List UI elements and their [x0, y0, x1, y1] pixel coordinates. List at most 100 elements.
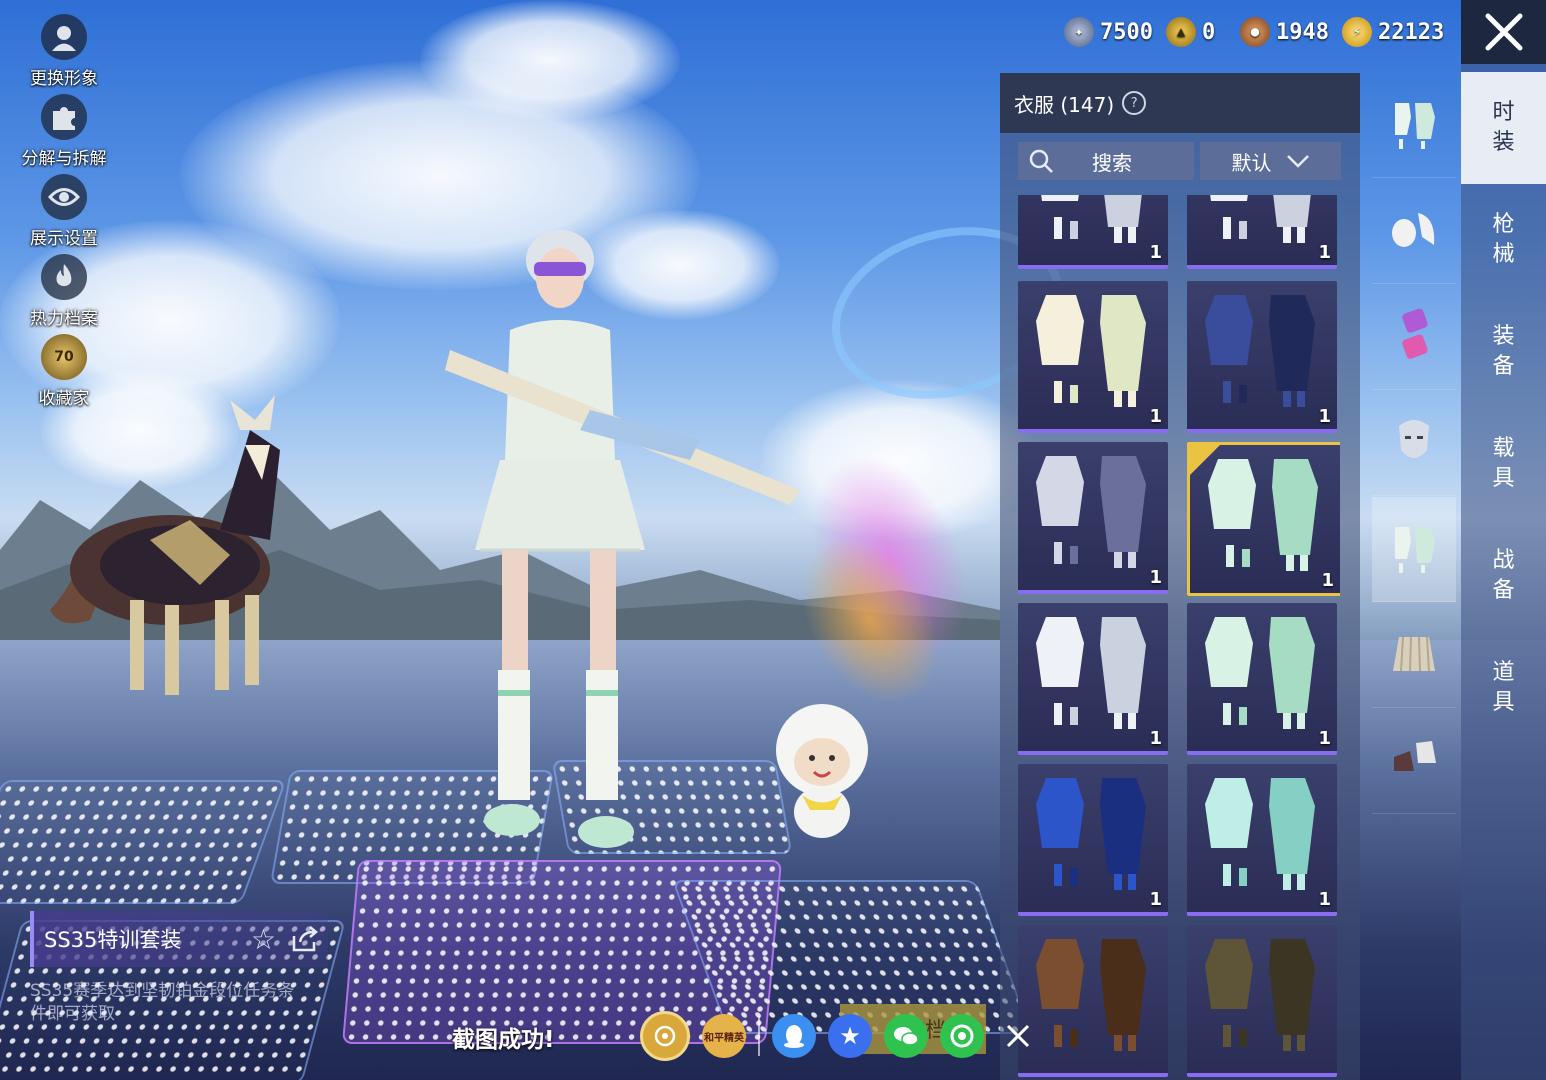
outfit-item[interactable]: 1	[1018, 764, 1168, 916]
tab-4[interactable]: 战备	[1461, 520, 1546, 632]
sort-dropdown[interactable]: 默认	[1200, 142, 1341, 180]
subcategory-shoes[interactable]	[1372, 709, 1456, 814]
outfit-item[interactable]: 1	[1187, 195, 1337, 269]
hair-icon	[1388, 207, 1440, 255]
horse-mount	[50, 395, 280, 695]
eye-icon	[41, 174, 87, 220]
outfit-item[interactable]: 1	[1187, 764, 1337, 916]
subcategory-full-outfit[interactable]	[1372, 497, 1456, 602]
chevron-down-icon	[1286, 155, 1309, 168]
inventory-title: 衣服 (147)	[1014, 92, 1115, 117]
outfit-item[interactable]	[1018, 925, 1168, 1077]
outfit-item[interactable]: 1	[1187, 603, 1337, 755]
outfit-preview-icon	[1041, 195, 1142, 243]
share-icon[interactable]	[290, 924, 320, 954]
divider	[758, 1016, 760, 1056]
help-icon[interactable]: ?	[1122, 91, 1147, 115]
display-settings-button[interactable]: 展示设置	[14, 174, 114, 254]
currency-lightning[interactable]: ⚡ 22123	[1342, 14, 1444, 50]
subcategory-face-mask[interactable]	[1372, 391, 1456, 496]
moments-icon[interactable]	[940, 1014, 984, 1058]
flame-icon	[41, 254, 87, 300]
lightning-amount: 22123	[1378, 19, 1445, 45]
shoes-icon	[1388, 737, 1440, 785]
tab-label: 装备	[1492, 324, 1515, 379]
avatar-icon	[41, 14, 87, 60]
item-count: 1	[1318, 889, 1331, 910]
outfit-preview-icon	[1036, 295, 1146, 407]
search-icon	[1029, 149, 1053, 173]
change-avatar-button[interactable]: 更换形象	[14, 14, 114, 94]
close-button[interactable]	[1461, 0, 1546, 64]
tab-1[interactable]: 枪械	[1461, 184, 1546, 296]
full-outfit-icon	[1389, 519, 1439, 579]
skirt-icon	[1389, 631, 1439, 679]
outfit-name-card: SS35特训套装 ☆	[30, 911, 328, 967]
item-count: 1	[1318, 728, 1331, 749]
outfit-item[interactable]	[1187, 925, 1337, 1077]
tab-label: 战备	[1492, 548, 1515, 603]
tab-0[interactable]: 时装	[1461, 72, 1546, 184]
close-icon	[1485, 13, 1522, 51]
left-menu: 更换形象 分解与拆解 展示设置 热力档案 70 收藏家	[14, 14, 114, 414]
outfit-preview-icon	[1036, 939, 1146, 1051]
category-tabs: 时装枪械装备载具战备道具	[1461, 64, 1546, 1080]
full-outfit-icon	[1389, 95, 1439, 155]
item-count: 1	[1149, 406, 1162, 427]
gold-badge-amount: 0	[1202, 19, 1216, 45]
outfit-item[interactable]: 1	[1018, 281, 1168, 433]
currency-copper[interactable]: ● 1948	[1240, 14, 1329, 50]
decompose-label: 分解与拆解	[21, 149, 107, 169]
peace-elite-icon[interactable]	[640, 1011, 690, 1061]
tab-2[interactable]: 装备	[1461, 296, 1546, 408]
outfit-item[interactable]: 1	[1018, 442, 1168, 594]
subcategory-skirt[interactable]	[1372, 603, 1456, 708]
tab-label: 载具	[1492, 436, 1515, 491]
selected-check-icon	[1190, 445, 1220, 475]
share-bar: 和平精英 ★	[640, 1008, 1040, 1064]
decompose-button[interactable]: 分解与拆解	[14, 94, 114, 174]
medal-amount: 7500	[1100, 19, 1153, 45]
gold-badge-icon: ▲	[1166, 17, 1196, 47]
outfit-item[interactable]: 1	[1187, 281, 1337, 433]
tab-5[interactable]: 道具	[1461, 632, 1546, 744]
subcategory-eyewear[interactable]	[1372, 285, 1456, 390]
collector-level: 70	[54, 349, 74, 365]
qzone-icon[interactable]: ★	[828, 1014, 872, 1058]
collector-button[interactable]: 70 收藏家	[14, 334, 114, 414]
item-count: 1	[1318, 242, 1331, 263]
face-mask-icon	[1395, 416, 1433, 470]
tab-3[interactable]: 载具	[1461, 408, 1546, 520]
qq-icon[interactable]	[772, 1014, 816, 1058]
lightning-coin-icon: ⚡	[1342, 17, 1372, 47]
outfit-name: SS35特训套装	[44, 928, 182, 952]
eyewear-icon	[1394, 307, 1434, 367]
outfit-preview-icon	[1205, 295, 1315, 407]
outfit-preview-icon	[1205, 939, 1315, 1051]
subcategory-full-outfit[interactable]	[1372, 73, 1456, 178]
inventory-header: 衣服 (147) ?	[1000, 73, 1360, 133]
outfit-description: SS35赛季达到坚韧铂金段位任务条件即可获取	[30, 981, 295, 1024]
game-logo-icon[interactable]: 和平精英	[702, 1014, 746, 1058]
heat-archive-button[interactable]: 热力档案	[14, 254, 114, 334]
outfit-item[interactable]: 1	[1187, 442, 1340, 596]
outfit-preview-icon	[1036, 778, 1146, 890]
close-share-icon[interactable]	[996, 1014, 1040, 1058]
tab-label: 时装	[1492, 100, 1515, 155]
subcategory-column	[1372, 73, 1456, 814]
currency-medal[interactable]: ✦ 7500	[1064, 14, 1153, 50]
currency-gold-badge[interactable]: ▲ 0	[1166, 14, 1215, 50]
item-count: 1	[1149, 567, 1162, 588]
outfit-item[interactable]: 1	[1018, 603, 1168, 755]
search-button[interactable]: 搜索	[1018, 142, 1194, 180]
outfit-preview-icon	[1205, 617, 1315, 729]
item-count: 1	[1318, 406, 1331, 427]
collector-badge-icon: 70	[41, 334, 87, 380]
change-avatar-label: 更换形象	[30, 69, 98, 89]
wechat-icon[interactable]	[884, 1014, 928, 1058]
item-count: 1	[1149, 889, 1162, 910]
outfit-preview-icon	[1036, 617, 1146, 729]
favorite-star-icon[interactable]: ☆	[251, 923, 276, 956]
subcategory-hair[interactable]	[1372, 179, 1456, 284]
outfit-item[interactable]: 1	[1018, 195, 1168, 269]
